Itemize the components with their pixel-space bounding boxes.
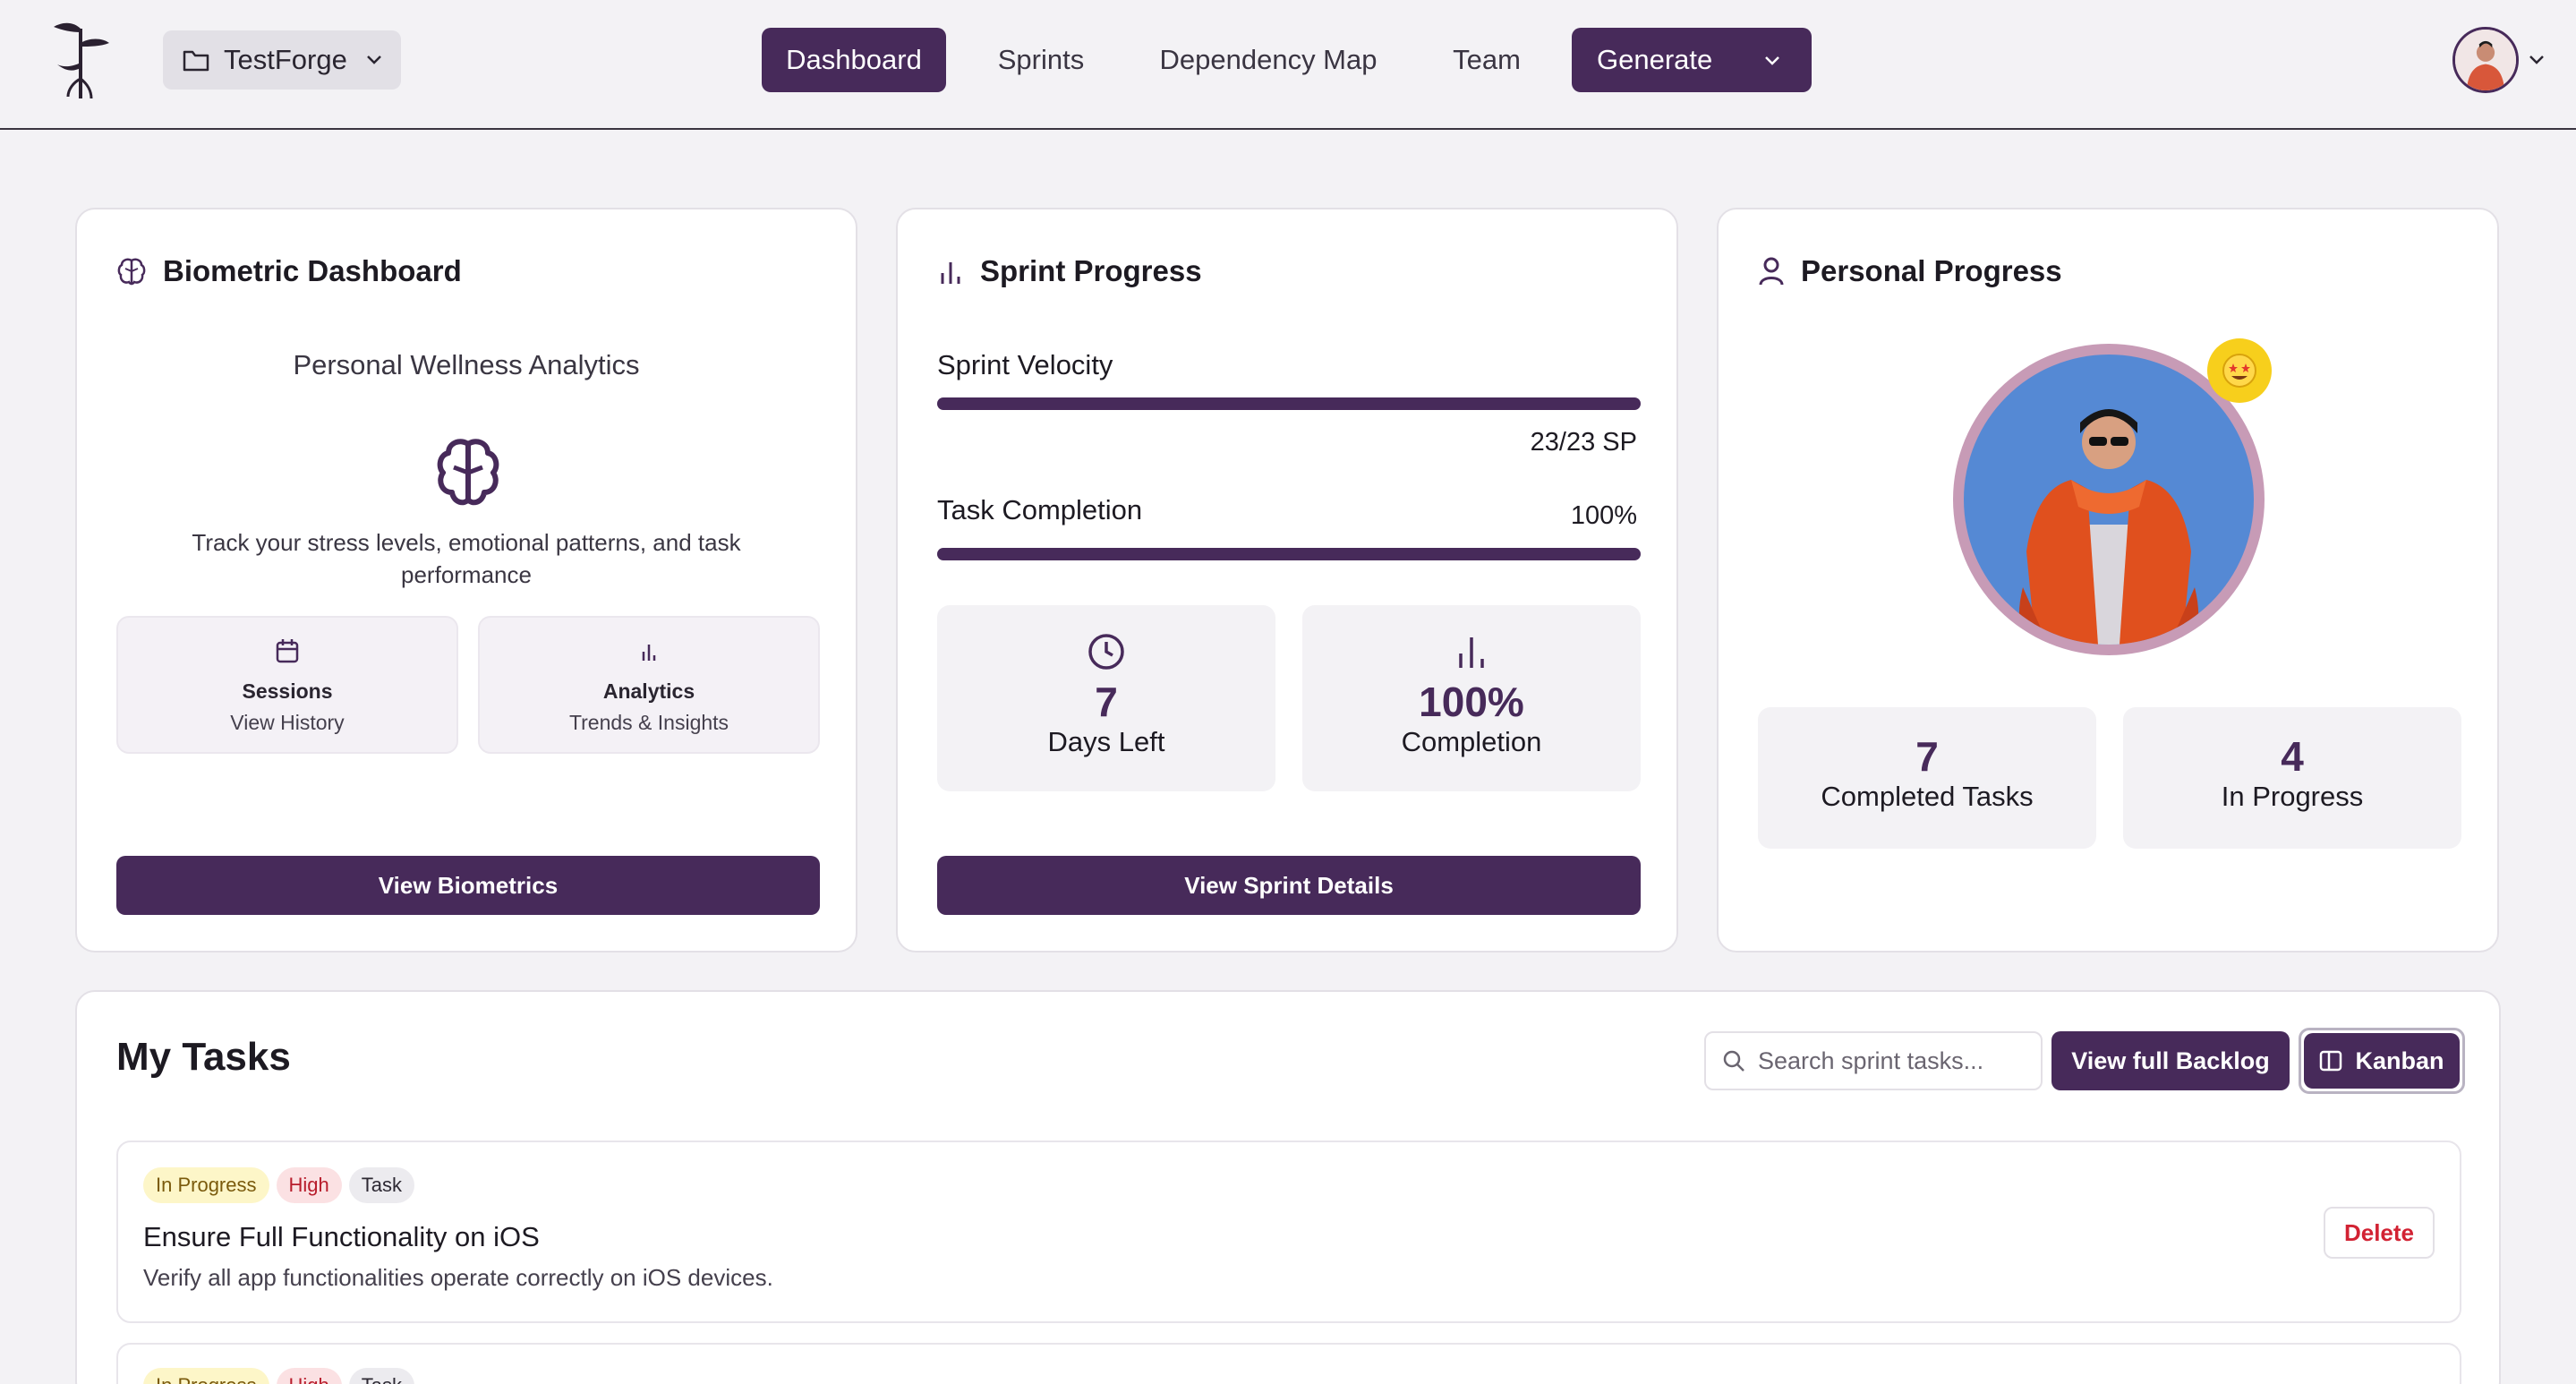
nav-dashboard-label: Dashboard bbox=[786, 44, 922, 75]
kanban-button[interactable]: Kanban bbox=[2304, 1033, 2460, 1089]
type-badge: Task bbox=[348, 1167, 414, 1203]
nav-team-label: Team bbox=[1453, 44, 1521, 75]
completed-tasks-tile: 7 Completed Tasks bbox=[1758, 707, 2096, 849]
sprint-velocity-label: Sprint Velocity bbox=[937, 349, 1113, 380]
biometric-description: Track your stress levels, emotional patt… bbox=[192, 529, 741, 588]
days-left-label: Days Left bbox=[1047, 726, 1165, 757]
personal-card-title: Personal Progress bbox=[1758, 254, 2062, 288]
generate-dropdown-button[interactable]: Generate bbox=[1572, 28, 1812, 92]
analytics-tile[interactable]: Analytics Trends & Insights bbox=[478, 616, 820, 754]
task-completion-label: Task Completion bbox=[937, 494, 1143, 525]
project-name: TestForge bbox=[224, 44, 347, 75]
days-left-tile: 7 Days Left bbox=[937, 605, 1275, 791]
biometric-subtitle: Personal Wellness Analytics bbox=[293, 349, 640, 380]
status-badge: In Progress bbox=[143, 1167, 269, 1203]
bar-chart-icon bbox=[642, 645, 656, 661]
completed-tasks-value: 7 bbox=[1915, 733, 1939, 780]
task-title[interactable]: Ensure Full Functionality on iOS bbox=[143, 1221, 540, 1253]
app-logo-icon[interactable] bbox=[47, 16, 115, 102]
view-full-backlog-button[interactable]: View full Backlog bbox=[2051, 1031, 2290, 1090]
star-struck-emoji-icon bbox=[2222, 354, 2256, 388]
brain-icon bbox=[117, 258, 146, 286]
days-left-value: 7 bbox=[1095, 679, 1118, 725]
sessions-tile[interactable]: Sessions View History bbox=[116, 616, 458, 754]
delete-task-button[interactable]: Delete bbox=[2324, 1207, 2435, 1259]
sessions-tile-subtitle: View History bbox=[230, 711, 345, 734]
task-row[interactable]: In Progress High Task bbox=[116, 1343, 2461, 1384]
my-tasks-card: My Tasks View full Backlog Kanban In Pro… bbox=[75, 990, 2501, 1384]
in-progress-value: 4 bbox=[2281, 733, 2304, 780]
task-badges: In Progress High Task bbox=[143, 1368, 422, 1384]
sprint-velocity-value: 23/23 SP bbox=[1530, 428, 1637, 457]
personal-title-text: Personal Progress bbox=[1801, 254, 2062, 287]
sprint-velocity-bar bbox=[937, 397, 1641, 410]
nav-dependency-map-label: Dependency Map bbox=[1159, 44, 1378, 75]
kanban-button-focus-ring: Kanban bbox=[2299, 1028, 2465, 1094]
kanban-button-label: Kanban bbox=[2355, 1047, 2444, 1074]
folder-icon bbox=[183, 50, 209, 72]
task-search-input[interactable] bbox=[1758, 1047, 2026, 1075]
analytics-tile-title: Analytics bbox=[602, 679, 695, 703]
search-icon bbox=[1723, 1050, 1744, 1072]
user-avatar-image bbox=[2455, 30, 2516, 90]
priority-badge: High bbox=[276, 1368, 342, 1384]
task-row[interactable]: In Progress High Task Ensure Full Function… bbox=[116, 1141, 2461, 1323]
nav-dependency-map[interactable]: Dependency Map bbox=[1139, 28, 1398, 92]
user-icon bbox=[1759, 257, 1784, 286]
sprint-card-title: Sprint Progress bbox=[937, 254, 1202, 288]
nav-sprints-label: Sprints bbox=[997, 44, 1085, 75]
sprint-title-text: Sprint Progress bbox=[980, 254, 1202, 287]
in-progress-tile: 4 In Progress bbox=[2123, 707, 2461, 849]
my-tasks-title: My Tasks bbox=[116, 1035, 291, 1079]
task-completion-bar bbox=[937, 548, 1641, 560]
completion-tile: 100% Completion bbox=[1302, 605, 1641, 791]
project-selector[interactable]: TestForge bbox=[163, 30, 401, 90]
completion-stat-label: Completion bbox=[1401, 726, 1542, 757]
bar-chart-icon bbox=[1459, 637, 1484, 668]
task-description: Verify all app functionalities operate c… bbox=[143, 1264, 773, 1291]
completion-stat-value: 100% bbox=[1419, 679, 1524, 725]
nav-sprints[interactable]: Sprints bbox=[976, 28, 1106, 92]
chevron-down-icon[interactable] bbox=[2528, 54, 2546, 66]
mood-emoji-badge bbox=[2207, 338, 2272, 403]
chevron-down-icon bbox=[366, 56, 381, 64]
personal-progress-card: Personal Progress 7 Completed Tasks 4 In… bbox=[1717, 208, 2499, 953]
view-biometrics-button[interactable]: View Biometrics bbox=[116, 856, 820, 915]
kanban-icon bbox=[2320, 1050, 2342, 1072]
bar-chart-icon bbox=[941, 262, 960, 284]
brain-icon bbox=[437, 439, 499, 506]
in-progress-label: In Progress bbox=[2221, 781, 2364, 812]
generate-label: Generate bbox=[1597, 44, 1713, 75]
biometric-dashboard-card: Biometric Dashboard Personal Wellness An… bbox=[75, 208, 857, 953]
biometric-title-text: Biometric Dashboard bbox=[163, 254, 462, 287]
clock-icon bbox=[1088, 634, 1124, 670]
type-badge: Task bbox=[348, 1368, 414, 1384]
status-badge: In Progress bbox=[143, 1368, 269, 1384]
chevron-down-icon bbox=[1765, 56, 1779, 65]
priority-badge: High bbox=[276, 1167, 342, 1203]
task-completion-value: 100% bbox=[1570, 501, 1637, 530]
calendar-icon bbox=[276, 639, 299, 663]
top-navigation-bar: TestForge Dashboard Sprints Dependency M… bbox=[0, 0, 2576, 130]
task-badges: In ProgressHighTask bbox=[143, 1167, 422, 1203]
analytics-tile-subtitle: Trends & Insights bbox=[568, 711, 729, 734]
nav-dashboard[interactable]: Dashboard bbox=[762, 28, 946, 92]
task-search-field[interactable] bbox=[1704, 1031, 2043, 1090]
completed-tasks-label: Completed Tasks bbox=[1821, 781, 2034, 812]
nav-team[interactable]: Team bbox=[1432, 28, 1541, 92]
sprint-progress-card: Sprint Progress Sprint Velocity 23/23 SP… bbox=[896, 208, 1678, 953]
biometric-card-title: Biometric Dashboard bbox=[116, 254, 462, 288]
sessions-tile-title: Sessions bbox=[242, 679, 333, 703]
profile-avatar-image bbox=[1964, 355, 2254, 645]
view-sprint-details-button[interactable]: View Sprint Details bbox=[937, 856, 1641, 915]
user-avatar[interactable] bbox=[2452, 27, 2519, 93]
